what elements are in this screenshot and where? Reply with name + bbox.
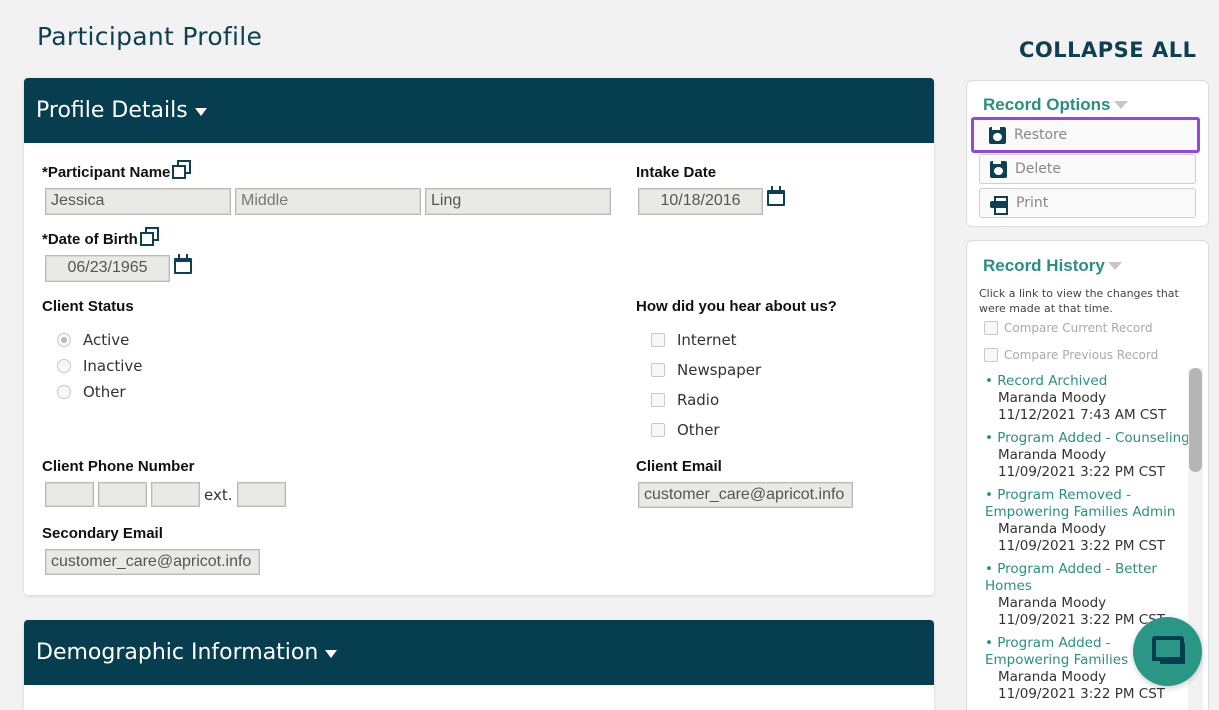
history-link[interactable]: • Program Added - Better Homes xyxy=(985,561,1190,595)
save-disk-icon xyxy=(989,126,1006,144)
client-phone-label: Client Phone Number xyxy=(42,458,195,475)
record-history-hint: Click a link to view the changes that we… xyxy=(979,287,1179,315)
record-history-title[interactable]: Record History xyxy=(983,256,1122,276)
history-user: Maranda Moody xyxy=(998,447,1107,463)
list-item: • Program Added - Counseling Maranda Moo… xyxy=(985,430,1190,481)
hear-option-newspaper[interactable]: Newspaper xyxy=(651,361,761,379)
history-time: 11/09/2021 3:22 PM CST xyxy=(998,464,1166,480)
record-history-title-text: Record History xyxy=(983,256,1105,275)
hear-option-radio[interactable]: Radio xyxy=(651,391,719,409)
caret-down-icon xyxy=(194,107,207,116)
caret-down-icon xyxy=(1113,101,1128,109)
intake-date-input[interactable]: 10/18/2016 xyxy=(638,188,763,215)
list-item: • Record Archived Maranda Moody 11/12/20… xyxy=(985,373,1190,424)
compare-current-label: Compare Current Record xyxy=(1004,321,1153,335)
caret-down-icon xyxy=(325,649,338,658)
caret-down-icon xyxy=(1107,262,1122,270)
radio-button[interactable] xyxy=(57,385,71,399)
hear-option-internet[interactable]: Internet xyxy=(651,331,737,349)
radio-button[interactable] xyxy=(57,333,71,347)
calendar-icon[interactable] xyxy=(174,254,192,274)
copy-icon[interactable] xyxy=(139,227,159,246)
status-option-inactive[interactable]: Inactive xyxy=(57,357,143,375)
middle-name-input[interactable]: Middle xyxy=(235,188,421,215)
calendar-icon[interactable] xyxy=(767,186,785,206)
secondary-email-input[interactable]: customer_care@apricot.info xyxy=(45,549,260,575)
collapse-all-link[interactable]: COLLAPSE ALL xyxy=(1019,38,1196,62)
secondary-email-label: Secondary Email xyxy=(42,525,163,542)
chat-bubble-icon xyxy=(1152,636,1185,664)
print-button[interactable]: Print xyxy=(979,188,1196,218)
profile-details-title: Profile Details xyxy=(36,98,188,123)
status-option-active[interactable]: Active xyxy=(57,331,129,349)
save-disk-icon xyxy=(990,160,1007,178)
list-item: • Program Removed - Empowering Families … xyxy=(985,487,1190,555)
checkbox[interactable] xyxy=(651,363,665,377)
record-options-title[interactable]: Record Options xyxy=(983,95,1128,115)
demographic-info-panel: Demographic Information xyxy=(24,620,934,710)
checkbox[interactable] xyxy=(984,321,998,335)
status-option-label: Active xyxy=(83,331,130,349)
history-link[interactable]: • Program Removed - Empowering Families … xyxy=(985,487,1190,521)
last-name-input[interactable]: Ling xyxy=(425,188,611,215)
restore-label: Restore xyxy=(1014,127,1068,143)
history-user: Maranda Moody xyxy=(998,521,1107,537)
checkbox[interactable] xyxy=(651,393,665,407)
hear-option-label: Other xyxy=(677,421,720,439)
status-option-label: Inactive xyxy=(83,357,143,375)
page-title: Participant Profile xyxy=(37,22,263,51)
history-user: Maranda Moody xyxy=(998,595,1107,611)
phone-prefix-input[interactable] xyxy=(98,482,147,507)
intake-date-label: Intake Date xyxy=(636,164,717,181)
hear-option-label: Newspaper xyxy=(677,361,762,379)
history-link[interactable]: • Record Archived xyxy=(985,373,1190,390)
participant-name-label: *Participant Name xyxy=(42,160,192,181)
copy-icon[interactable] xyxy=(172,160,192,179)
history-user: Maranda Moody xyxy=(998,390,1107,406)
history-link[interactable]: • Program Added - Counseling xyxy=(985,430,1190,447)
participant-name-label-text: *Participant Name xyxy=(42,164,171,181)
checkbox[interactable] xyxy=(984,348,998,362)
demographic-info-title: Demographic Information xyxy=(36,640,319,665)
delete-button[interactable]: Delete xyxy=(979,154,1196,184)
demographic-info-header[interactable]: Demographic Information xyxy=(24,620,934,685)
checkbox[interactable] xyxy=(651,333,665,347)
record-options-title-text: Record Options xyxy=(983,95,1111,114)
compare-previous-checkbox[interactable]: Compare Previous Record xyxy=(984,348,1158,362)
status-option-label: Other xyxy=(83,383,126,401)
profile-details-header[interactable]: Profile Details xyxy=(24,78,934,143)
chat-button[interactable] xyxy=(1133,617,1202,686)
hear-option-label: Internet xyxy=(677,331,737,349)
hear-option-label: Radio xyxy=(677,391,720,409)
print-label: Print xyxy=(1016,195,1049,211)
printer-icon xyxy=(990,195,1008,215)
history-time: 11/12/2021 7:43 AM CST xyxy=(998,407,1167,423)
record-options-box: Record Options Restore Delete Print xyxy=(966,80,1209,227)
compare-previous-label: Compare Previous Record xyxy=(1004,348,1159,362)
hear-about-label: How did you hear about us? xyxy=(636,298,837,315)
first-name-input[interactable]: Jessica xyxy=(45,188,231,215)
history-time: 11/09/2021 3:22 PM CST xyxy=(998,686,1166,702)
hear-option-other[interactable]: Other xyxy=(651,421,720,439)
radio-button[interactable] xyxy=(57,359,71,373)
client-email-input[interactable]: customer_care@apricot.info xyxy=(638,482,853,508)
history-time: 11/09/2021 3:22 PM CST xyxy=(998,538,1166,554)
dob-input[interactable]: 06/23/1965 xyxy=(45,255,170,282)
delete-label: Delete xyxy=(1015,161,1061,177)
phone-area-code-input[interactable] xyxy=(45,482,94,507)
restore-button[interactable]: Restore xyxy=(971,117,1200,153)
client-status-label: Client Status xyxy=(42,298,134,315)
scrollbar-thumb[interactable] xyxy=(1189,368,1202,472)
phone-ext-input[interactable] xyxy=(237,482,286,507)
dob-label: *Date of Birth xyxy=(42,227,159,248)
compare-current-checkbox[interactable]: Compare Current Record xyxy=(984,321,1153,335)
dob-label-text: *Date of Birth xyxy=(42,231,138,248)
phone-line-input[interactable] xyxy=(151,482,200,507)
checkbox[interactable] xyxy=(651,423,665,437)
phone-ext-label: ext. xyxy=(204,486,233,504)
client-email-label: Client Email xyxy=(636,458,722,475)
profile-details-panel: Profile Details *Participant Name Jessic… xyxy=(24,78,934,595)
status-option-other[interactable]: Other xyxy=(57,383,126,401)
